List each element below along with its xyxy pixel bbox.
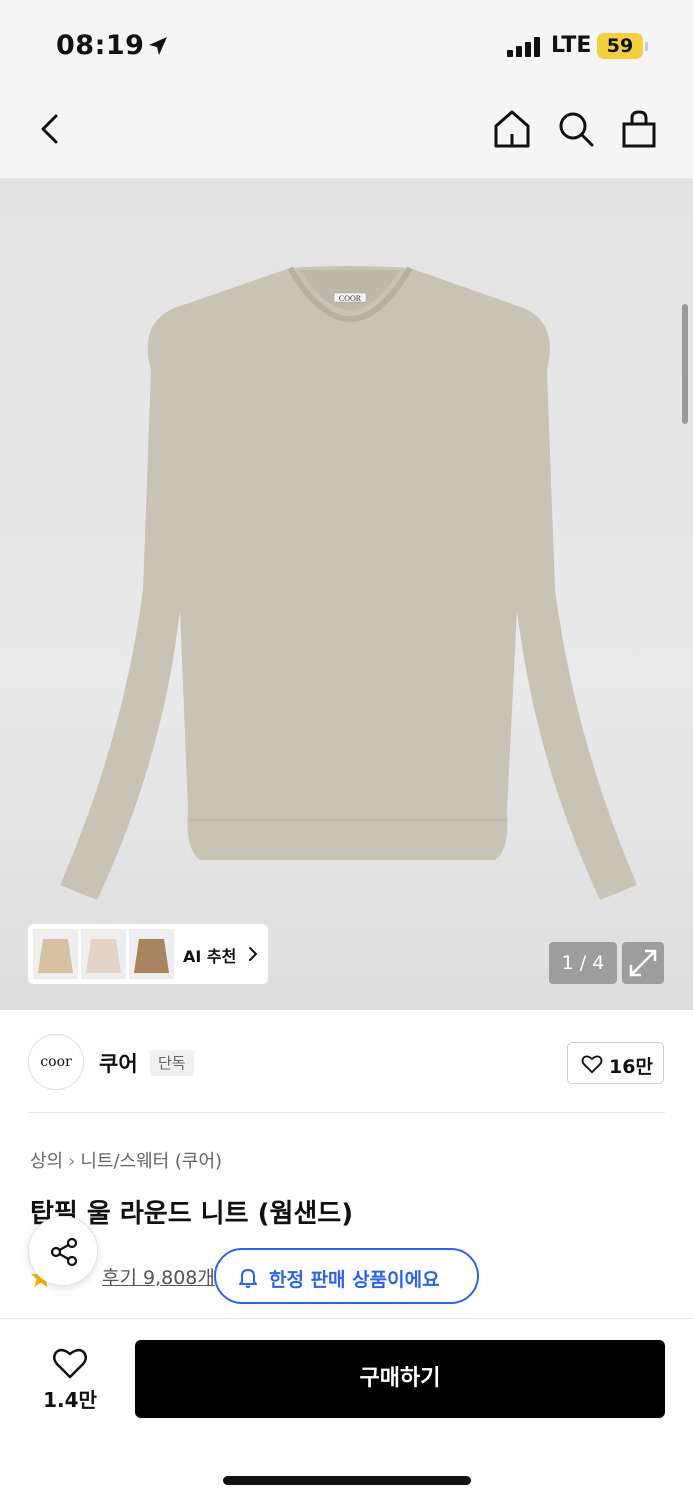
limited-sale-text: 한정 판매 상품이에요 bbox=[269, 1269, 440, 1291]
brand-like-count: 16만 bbox=[609, 1056, 653, 1078]
status-bar: 08:19 LTE 59 bbox=[0, 0, 693, 92]
battery-indicator: 59 bbox=[597, 33, 643, 59]
search-icon[interactable] bbox=[555, 108, 597, 150]
share-button[interactable] bbox=[28, 1216, 98, 1286]
status-time: 08:19 bbox=[56, 30, 145, 61]
exclusive-badge: 단독 bbox=[150, 1050, 194, 1076]
home-icon[interactable] bbox=[491, 108, 533, 150]
product-image: COOR bbox=[60, 266, 637, 900]
network-label: LTE bbox=[551, 33, 592, 58]
ai-recommend-strip[interactable]: AI 추천 bbox=[28, 924, 268, 984]
top-nav bbox=[0, 92, 693, 178]
bell-icon bbox=[239, 1269, 257, 1288]
scroll-indicator bbox=[682, 304, 688, 424]
ai-thumb-1[interactable] bbox=[33, 929, 78, 979]
ai-recommend-label: AI 추천 bbox=[183, 947, 237, 966]
chevron-left-icon[interactable] bbox=[30, 108, 72, 150]
chevron-right-icon bbox=[249, 947, 258, 961]
image-counter: 1 / 4 bbox=[549, 942, 617, 984]
ai-thumb-2[interactable] bbox=[81, 929, 126, 979]
signal-icon bbox=[507, 37, 540, 57]
breadcrumb-separator-icon: › bbox=[68, 1151, 76, 1172]
breadcrumb-category[interactable]: 상의 bbox=[30, 1151, 63, 1172]
limited-sale-notice: 한정 판매 상품이에요 bbox=[214, 1248, 479, 1304]
wishlist-count: 1.4만 bbox=[43, 1388, 97, 1412]
brand-name[interactable]: 쿠어 bbox=[99, 1048, 138, 1078]
home-indicator bbox=[223, 1476, 471, 1485]
location-arrow-icon bbox=[149, 37, 167, 55]
battery-tip bbox=[645, 42, 648, 51]
expand-icon bbox=[629, 949, 657, 977]
wishlist-heart-icon[interactable] bbox=[52, 1346, 88, 1380]
review-link[interactable]: 후기 9,808개 bbox=[102, 1263, 217, 1290]
ai-thumb-3[interactable] bbox=[129, 929, 174, 979]
breadcrumb-subcategory[interactable]: 니트/스웨터 (쿠어) bbox=[80, 1151, 222, 1172]
sweater-label: COOR bbox=[339, 294, 362, 303]
buy-button[interactable]: 구매하기 bbox=[135, 1340, 665, 1418]
share-icon bbox=[50, 1237, 78, 1267]
shopping-bag-icon[interactable] bbox=[618, 108, 660, 150]
brand-like-button[interactable]: 16만 bbox=[567, 1042, 664, 1084]
heart-icon bbox=[581, 1055, 603, 1074]
brand-logo[interactable]: coor bbox=[28, 1034, 84, 1090]
divider bbox=[28, 1112, 665, 1113]
expand-button[interactable] bbox=[622, 942, 664, 984]
breadcrumb: 상의 › 니트/스웨터 (쿠어) bbox=[30, 1147, 222, 1173]
